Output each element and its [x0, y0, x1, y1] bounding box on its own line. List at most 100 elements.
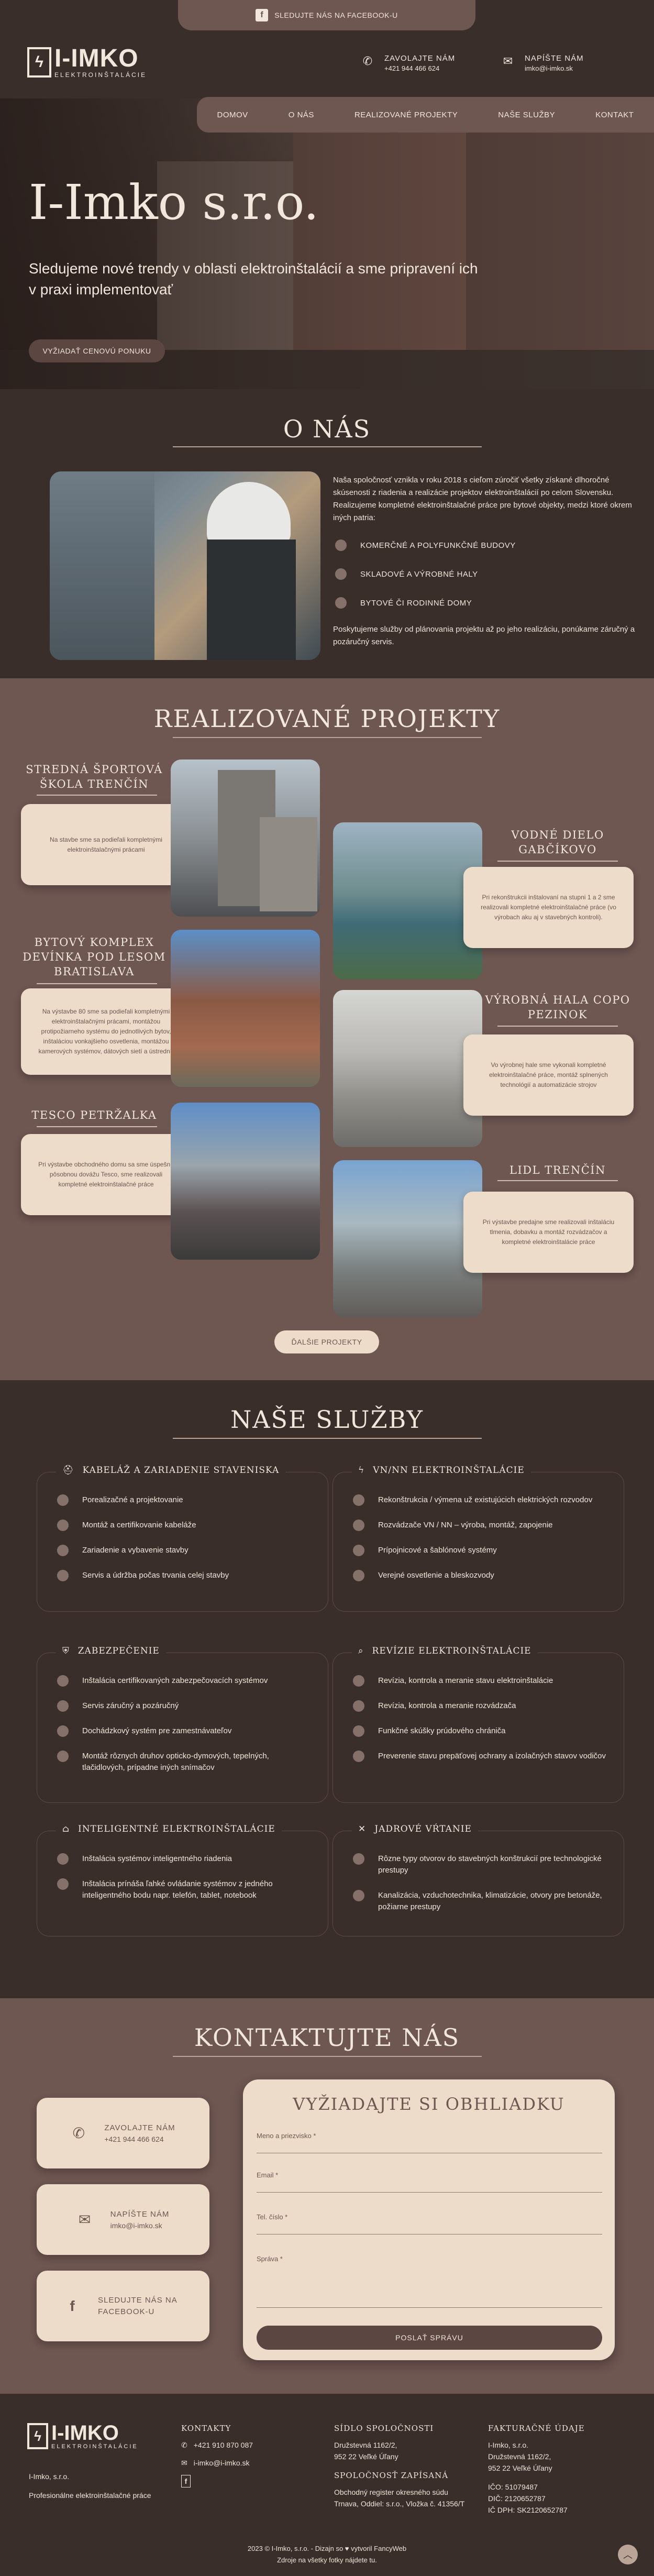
project-name: TESCO PETRŽALKA — [31, 1109, 157, 1121]
copyright: 2023 © I-Imko, s.r.o. - Dizajn so ♥ vytv… — [0, 2543, 654, 2566]
name-field[interactable]: Meno a priezvisko * — [257, 2132, 602, 2153]
about-item: KOMERČNÉ A POLYFUNKČNÉ BUDOVY — [335, 540, 516, 551]
project-image[interactable] — [171, 930, 320, 1087]
service-block: ⛑ KABELÁŽ A ZARIADENIE STAVENISKA Poreali… — [37, 1465, 328, 1612]
logo-text: I-IMKO — [54, 45, 139, 72]
service-block: ϟ VN/NN ELEKTROINŠTALÁCIE Rekonštrukcia /… — [332, 1465, 624, 1612]
facebook-icon[interactable]: f — [181, 2475, 191, 2487]
tools-icon: ✕ — [358, 1824, 367, 1834]
service-item: Zariadenie a vybavenie stavby — [57, 1545, 312, 1556]
quote-button[interactable]: VYŽIADAŤ CENOVÚ PONUKU — [29, 339, 165, 362]
phone-icon: ✆ — [362, 54, 373, 68]
submit-button[interactable]: POSLAŤ SPRÁVU — [257, 2326, 602, 2350]
project-image[interactable] — [333, 822, 482, 979]
bullet-dot — [335, 568, 347, 580]
header-call-label: ZAVOLAJTE NÁM — [384, 54, 456, 63]
service-block: ⌕ REVÍZIE ELEKTROINŠTALÁCIE Revízia, kont… — [332, 1646, 624, 1803]
projects-title: REALIZOVANÉ PROJEKTY — [153, 704, 501, 733]
project-image[interactable] — [333, 1160, 482, 1317]
more-projects-button[interactable]: ĎALŠIE PROJEKTY — [274, 1330, 379, 1353]
service-item: Dochádzkový systém pre zamestnávateľov — [57, 1725, 312, 1737]
project-name: LIDL TRENČÍN — [509, 1164, 606, 1176]
footer-seat: SÍDLO SPOLOČNOSTI Družstevná 1162/2, 952… — [334, 2424, 465, 2508]
about-image — [50, 471, 320, 660]
email-field[interactable]: Email * — [257, 2171, 602, 2193]
services-title: NAŠE SLUŽBY — [230, 1405, 424, 1434]
service-title: REVÍZIE ELEKTROINŠTALÁCIE — [372, 1646, 531, 1656]
project-image[interactable] — [171, 1103, 320, 1260]
scroll-top-button[interactable]: ︿ — [618, 2545, 638, 2564]
contact-title: KONTAKTUJTE NÁS — [194, 2023, 460, 2052]
service-item: Revízia, kontrola a meranie stavu elektr… — [353, 1675, 608, 1687]
contact-box-value: +421 944 466 624 — [104, 2134, 164, 2143]
logo[interactable]: ϟ I-IMKO ELEKTROINŠTALÁCIE — [27, 46, 147, 79]
smart-home-icon: ⌂ — [62, 1824, 70, 1834]
service-item: Preverenie stavu prepäťovej ochrany a iz… — [353, 1751, 608, 1762]
nav-item-about[interactable]: O NÁS — [289, 111, 314, 119]
project-card: Pri výstavbe obchodného domu sa sme úspe… — [21, 1134, 191, 1215]
bullet-dot — [335, 540, 347, 551]
logo-bolt-icon: ϟ — [27, 2423, 48, 2449]
contact-box-label: NAPÍŠTE NÁM — [110, 2209, 170, 2219]
contact-box-mail[interactable]: ✉ NAPÍŠTE NÁM imko@i-imko.sk — [37, 2184, 209, 2255]
contact-box-facebook[interactable]: f SLEDUJTE NÁS NA FACEBOOK-U — [37, 2271, 209, 2341]
footer-logo[interactable]: ϟ I-IMKO ELEKTROINŠTALÁCIE — [27, 2423, 138, 2450]
phone-field[interactable]: Tel. číslo * — [257, 2213, 602, 2234]
mail-icon: ✉ — [503, 54, 513, 68]
nav-item-services[interactable]: NAŠE SLUŽBY — [498, 111, 555, 119]
nav-item-projects[interactable]: REALIZOVANÉ PROJEKTY — [354, 111, 458, 119]
footer-tagline: Profesionálne elektroinštalačné práce — [29, 2491, 151, 2500]
service-block: ⌂ INTELIGENTNÉ ELEKTROINŠTALÁCIE Inštalác… — [37, 1824, 328, 1936]
about-item: BYTOVÉ ČI RODINNÉ DOMY — [335, 597, 472, 609]
service-item: Rekonštrukcia / výmena už existujúcich e… — [353, 1494, 608, 1506]
footer-contacts: KONTAKTY ✆ +421 910 870 087 ✉ i-imko@i-imk… — [181, 2423, 253, 2494]
project-name: STREDNÁ ŠPORTOVÁ ŠKOLA TRENČÍN — [26, 763, 163, 790]
mail-icon: ✉ — [78, 2211, 91, 2228]
header-call-value: +421 944 466 624 — [384, 64, 440, 72]
facebook-label: SLEDUJTE NÁS NA FACEBOOK-U — [274, 11, 398, 19]
project-card: Pri rekonštrukcii inštalovaní na stupni … — [463, 867, 634, 948]
about-divider — [173, 446, 482, 447]
header-call[interactable]: ✆ ZAVOLAJTE NÁM +421 944 466 624 — [360, 54, 455, 72]
service-item: Inštalácia prínáša ľahké ovládanie systé… — [57, 1878, 312, 1901]
service-title: ZABEZPEČENIE — [77, 1646, 160, 1656]
projects-divider — [173, 737, 482, 738]
service-title: VN/NN ELEKTROINŠTALÁCIE — [373, 1465, 525, 1476]
lightning-icon: ϟ — [358, 1465, 365, 1476]
contact-box-phone[interactable]: ✆ ZAVOLAJTE NÁM +421 944 466 624 — [37, 2098, 209, 2168]
project-image[interactable] — [171, 759, 320, 917]
message-field[interactable]: Správa * — [257, 2255, 602, 2308]
service-item: Prípojnicové a šablónové systémy — [353, 1545, 608, 1556]
service-block: ✕ JADROVÉ VŔTANIE Rôzne typy otvorov do s… — [332, 1824, 624, 1936]
footer-phone[interactable]: +421 910 870 087 — [194, 2439, 253, 2451]
about-footer-text: Poskytujeme služby od plánovania projekt… — [333, 625, 635, 646]
header-mail-label: NAPÍŠTE NÁM — [525, 54, 584, 63]
projects-section: REALIZOVANÉ PROJEKTY STREDNÁ ŠPORTOVÁ ŠK… — [0, 678, 654, 1380]
project-name: BYTOVÝ KOMPLEX DEVÍNKA POD LESOM BRATISL… — [23, 936, 166, 978]
footer-company: I-Imko, s.r.o. — [29, 2472, 70, 2481]
nav-item-contact[interactable]: KONTAKT — [595, 111, 634, 119]
nav-item-home[interactable]: DOMOV — [217, 111, 248, 119]
photo-sources-link[interactable]: Zdroje na všetky fotky nájdete tu. — [0, 2555, 654, 2566]
project-image[interactable] — [333, 990, 482, 1147]
inspection-form: VYŽIADAJTE SI OBHLIADKU Meno a priezvisk… — [243, 2079, 615, 2360]
hero: I-Imko s.r.o. Sledujeme nové trendy v ob… — [0, 98, 654, 389]
facebook-banner[interactable]: f SLEDUJTE NÁS NA FACEBOOK-U — [178, 0, 475, 30]
service-item: Inštalácia certifikovaných zabezpečovací… — [57, 1675, 312, 1687]
header-mail[interactable]: ✉ NAPÍŠTE NÁM imko@i-imko.sk — [501, 54, 584, 72]
service-item: Porealizačné a projektovanie — [57, 1494, 312, 1506]
service-title: JADROVÉ VŔTANIE — [374, 1824, 472, 1834]
shield-icon: ⛨ — [62, 1646, 70, 1656]
contact-box-label: SLEDUJTE NÁS NA FACEBOOK-U — [98, 2295, 177, 2316]
services-divider — [173, 1438, 482, 1439]
about-text: Naša spoločnosť vznikla v roku 2018 s ci… — [333, 476, 632, 522]
form-title: VYŽIADAJTE SI OBHLIADKU — [293, 2094, 565, 2114]
hero-title: I-Imko s.r.o. — [29, 174, 319, 230]
chevron-up-icon: ︿ — [623, 2550, 633, 2560]
footer-email[interactable]: i-imko@i-imko.sk — [194, 2457, 250, 2469]
service-block: ⛨ ZABEZPEČENIE Inštalácia certifikovaných… — [37, 1646, 328, 1803]
footer-contacts-title: KONTAKTY — [181, 2424, 231, 2433]
phone-icon: ✆ — [72, 2125, 85, 2141]
service-item: Verejné osvetlenie a bleskozvody — [353, 1570, 608, 1581]
contact-box-value: imko@i-imko.sk — [110, 2221, 162, 2230]
